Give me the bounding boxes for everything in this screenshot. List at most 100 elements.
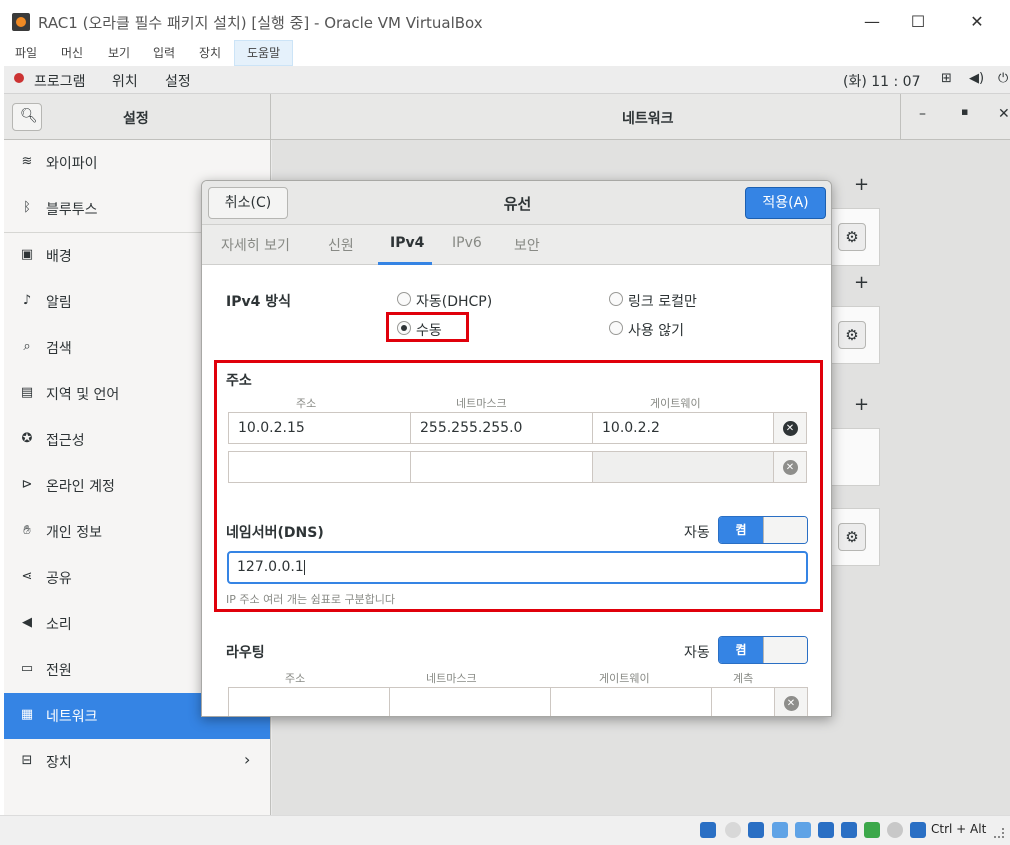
tab-identity[interactable]: 신원: [328, 235, 354, 255]
volume-icon[interactable]: ◀): [969, 71, 984, 86]
menu-view[interactable]: 보기: [108, 44, 130, 61]
toggle-knob: [763, 637, 807, 663]
minimize-button[interactable]: —: [857, 10, 887, 34]
minimize-icon[interactable]: –: [919, 106, 926, 122]
power-menu-icon[interactable]: ⏻: [998, 71, 1008, 86]
remove-address-button[interactable]: ✕: [773, 412, 807, 444]
netmask-input[interactable]: [410, 451, 593, 483]
optical-drive-icon[interactable]: [725, 822, 741, 838]
share-icon: ⋖: [21, 569, 33, 584]
routing-auto-toggle[interactable]: 켬: [718, 636, 808, 664]
route-metric-input[interactable]: [711, 687, 775, 716]
dns-hint: IP 주소 여러 개는 쉼표로 구분합니다: [226, 593, 396, 606]
dns-input-value: 127.0.0.1: [237, 559, 304, 575]
keyboard-capture-icon[interactable]: [910, 822, 926, 838]
tab-ipv6[interactable]: IPv6: [452, 235, 482, 251]
col-gateway-header: 게이트웨이: [650, 397, 701, 410]
gateway-input[interactable]: [592, 451, 774, 483]
connection-card: ⚙: [832, 508, 880, 566]
route-address-input[interactable]: [228, 687, 390, 716]
close-icon: ✕: [783, 696, 799, 711]
gear-icon[interactable]: ⚙: [838, 523, 866, 551]
power-icon: ▭: [20, 661, 34, 676]
connection-card: ⚙: [832, 208, 880, 266]
tab-details[interactable]: 자세히 보기: [221, 235, 290, 255]
connection-card: [832, 428, 880, 486]
host-key-label: Ctrl + Alt: [931, 822, 987, 836]
display-icon[interactable]: [841, 822, 857, 838]
gear-icon[interactable]: ⚙: [838, 223, 866, 251]
gateway-input[interactable]: 10.0.2.2: [592, 412, 774, 444]
host-menubar: 파일 머신 보기 입력 장치 도움말: [0, 40, 1010, 66]
usb-icon[interactable]: [795, 822, 811, 838]
topbar-applications[interactable]: 프로그램: [34, 71, 86, 91]
radio-dhcp[interactable]: [397, 292, 411, 306]
dialog-title: 유선: [503, 195, 532, 213]
menu-file[interactable]: 파일: [15, 44, 37, 61]
dns-auto-toggle[interactable]: 켬: [718, 516, 808, 544]
gnome-foot-icon: [14, 73, 24, 83]
close-icon[interactable]: ✕: [998, 106, 1010, 122]
apply-button[interactable]: 적용(A): [745, 187, 826, 219]
background-icon: ▣: [20, 247, 34, 262]
route-col-netmask-header: 네트마스크: [426, 672, 477, 685]
radio-dhcp-label[interactable]: 자동(DHCP): [416, 291, 492, 311]
add-connection-icon[interactable]: +: [854, 174, 869, 195]
window-titlebar: RAC1 (오라클 필수 패키지 설치) [실행 중] - Oracle VM …: [0, 0, 1010, 44]
devices-icon: ⊟: [21, 753, 33, 768]
radio-link-local[interactable]: [609, 292, 623, 306]
remove-address-button[interactable]: ✕: [773, 451, 807, 483]
add-connection-icon[interactable]: +: [854, 272, 869, 293]
topbar-settings[interactable]: 설정: [165, 71, 191, 91]
header-separator: [270, 94, 271, 140]
route-netmask-input[interactable]: [389, 687, 551, 716]
settings-search-button[interactable]: 🔍︎: [12, 103, 42, 131]
add-connection-icon[interactable]: +: [854, 394, 869, 415]
toggle-knob: [763, 517, 807, 543]
radio-link-local-label[interactable]: 링크 로컬만: [628, 291, 697, 311]
address-input[interactable]: [228, 451, 411, 483]
hard-disk-icon[interactable]: [700, 822, 716, 838]
routing-section-title: 라우팅: [226, 645, 265, 661]
bell-icon: ♪: [22, 293, 32, 308]
accessibility-icon: ✪: [21, 431, 33, 446]
radio-disabled[interactable]: [609, 321, 623, 335]
cpu-icon[interactable]: [887, 822, 903, 838]
dns-auto-label: 자동: [684, 525, 710, 541]
manual-highlight-box: [386, 312, 469, 342]
gnome-topbar: 프로그램 위치 설정 (화) 11 : 07 ⊞ ◀) ⏻: [4, 66, 1010, 94]
audio-icon[interactable]: [748, 822, 764, 838]
network-status-icon[interactable]: ⊞: [941, 71, 952, 86]
wifi-icon: ≋: [21, 154, 33, 169]
menu-input[interactable]: 입력: [153, 44, 175, 61]
speaker-icon: ◀︎: [22, 615, 32, 630]
gear-icon[interactable]: ⚙: [838, 321, 866, 349]
menu-devices[interactable]: 장치: [199, 44, 221, 61]
settings-title: 설정: [123, 111, 149, 127]
route-col-metric-header: 계측: [733, 672, 754, 685]
tab-ipv4[interactable]: IPv4: [390, 235, 424, 251]
radio-disabled-label[interactable]: 사용 않기: [628, 320, 684, 340]
address-input[interactable]: 10.0.2.15: [228, 412, 411, 444]
sidebar-item-devices[interactable]: ⊟ 장치 ›: [4, 739, 270, 785]
menu-machine[interactable]: 머신: [61, 44, 83, 61]
shared-folders-icon[interactable]: [818, 822, 834, 838]
topbar-places[interactable]: 위치: [112, 71, 138, 91]
netmask-input[interactable]: 255.255.255.0: [410, 412, 593, 444]
route-gateway-input[interactable]: [550, 687, 712, 716]
dialog-tabs: 자세히 보기 신원 IPv4 IPv6 보안: [202, 225, 831, 265]
routing-auto-label: 자동: [684, 645, 710, 661]
dns-input[interactable]: 127.0.0.1: [227, 551, 808, 584]
maximize-button[interactable]: ☐: [903, 10, 933, 34]
close-icon: ✕: [782, 421, 798, 436]
close-button[interactable]: ✕: [962, 10, 992, 34]
recording-icon[interactable]: [864, 822, 880, 838]
tab-security[interactable]: 보안: [514, 235, 540, 255]
menu-help[interactable]: 도움말: [234, 40, 294, 66]
text-cursor: [303, 559, 305, 575]
maximize-icon[interactable]: ▪: [961, 105, 968, 118]
resize-grip-icon[interactable]: [994, 828, 1004, 838]
topbar-clock[interactable]: (화) 11 : 07: [843, 71, 921, 91]
network-adapter-icon[interactable]: [772, 822, 788, 838]
remove-route-button[interactable]: ✕: [774, 687, 808, 716]
